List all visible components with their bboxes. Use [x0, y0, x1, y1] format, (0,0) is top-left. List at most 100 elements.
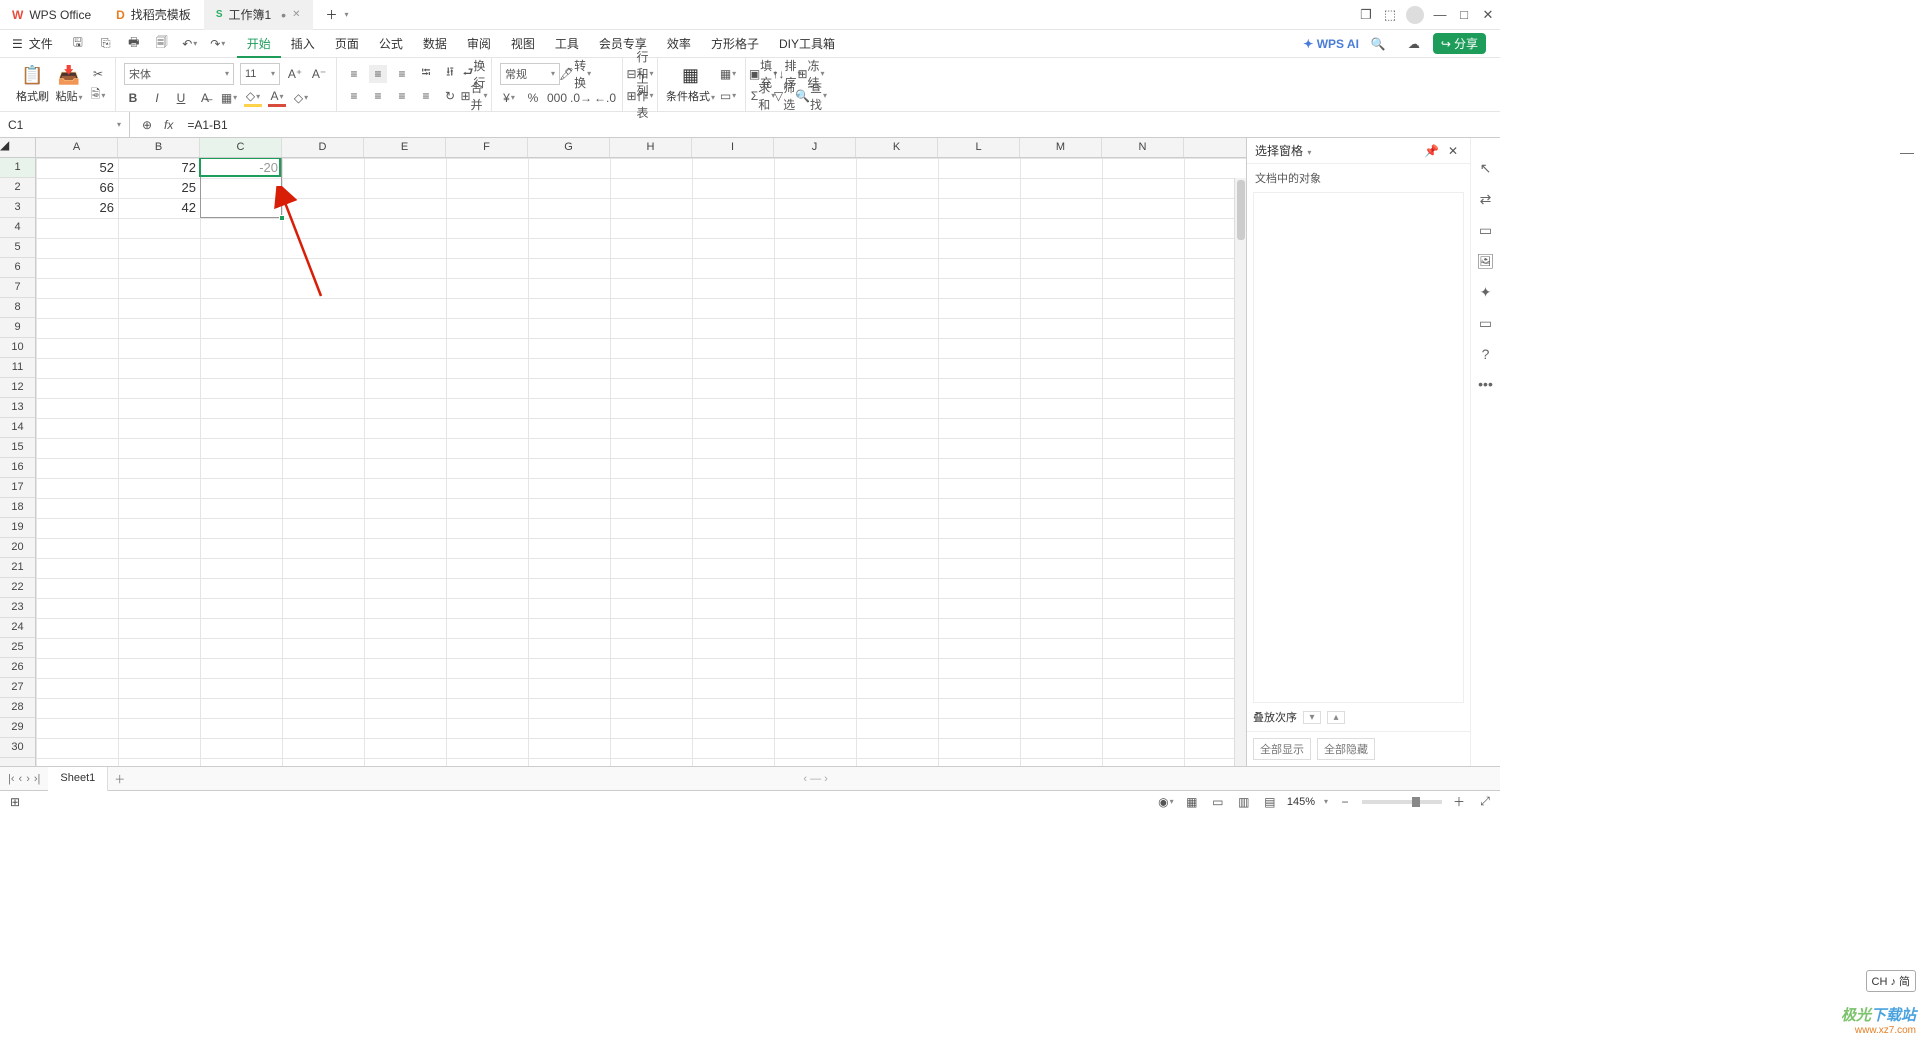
- horizontal-scrollbar[interactable]: ‹ — ›: [131, 773, 1500, 785]
- pin-icon[interactable]: 📌: [1423, 142, 1441, 160]
- select-all-corner[interactable]: ◢: [0, 138, 36, 157]
- row-head-22[interactable]: 22: [0, 578, 35, 598]
- cut-icon[interactable]: ✂: [89, 65, 107, 83]
- inc-decimal-icon[interactable]: .0→: [572, 89, 590, 107]
- add-sheet-button[interactable]: ＋: [108, 771, 131, 787]
- fx-label[interactable]: fx: [164, 118, 173, 132]
- page-icon[interactable]: ▭: [1479, 315, 1492, 332]
- row-head-26[interactable]: 26: [0, 658, 35, 678]
- sheet-first-icon[interactable]: |‹: [8, 773, 15, 785]
- save-icon[interactable]: 🖫: [69, 35, 87, 53]
- row-head-19[interactable]: 19: [0, 518, 35, 538]
- row-head-17[interactable]: 17: [0, 478, 35, 498]
- worksheet-button[interactable]: ⊞ 工作表▾: [631, 87, 649, 105]
- cell-B1[interactable]: 72: [118, 158, 200, 178]
- indent-dec-icon[interactable]: ⭾: [417, 65, 435, 83]
- strike-icon[interactable]: A̶: [196, 89, 214, 107]
- zoom-in-icon[interactable]: ＋: [1450, 793, 1468, 811]
- row-head-27[interactable]: 27: [0, 678, 35, 698]
- number-format-combo[interactable]: 常规▾: [500, 63, 560, 85]
- col-head-N[interactable]: N: [1102, 138, 1184, 157]
- align-bottom-icon[interactable]: ≡: [393, 65, 411, 83]
- search-icon[interactable]: 🔍: [1369, 35, 1387, 53]
- wps-ai-button[interactable]: ✦ WPS AI: [1303, 37, 1359, 51]
- cell-C1[interactable]: -20: [200, 158, 282, 178]
- cell-shape-icon[interactable]: ▭▾: [719, 87, 737, 105]
- menu-tab-7[interactable]: 工具: [545, 30, 589, 58]
- tab-workbook[interactable]: S 工作簿1 • ✕: [204, 0, 314, 30]
- row-head-25[interactable]: 25: [0, 638, 35, 658]
- row-head-15[interactable]: 15: [0, 438, 35, 458]
- row-head-2[interactable]: 2: [0, 178, 35, 198]
- toolbox-icon[interactable]: ✦: [1480, 284, 1492, 301]
- menu-tab-5[interactable]: 审阅: [457, 30, 501, 58]
- font-color-icon[interactable]: A▾: [268, 89, 286, 107]
- dec-decimal-icon[interactable]: ←.0: [596, 89, 614, 107]
- row-head-12[interactable]: 12: [0, 378, 35, 398]
- tab-new[interactable]: ＋ ▾: [313, 0, 361, 30]
- borders-icon[interactable]: ▦▾: [220, 89, 238, 107]
- bold-icon[interactable]: B: [124, 89, 142, 107]
- menu-tab-1[interactable]: 插入: [281, 30, 325, 58]
- col-head-A[interactable]: A: [36, 138, 118, 157]
- fill-color-icon[interactable]: ◇▾: [244, 89, 262, 107]
- grid-icon[interactable]: ▦: [1183, 793, 1201, 811]
- scrollbar-thumb[interactable]: [1237, 180, 1245, 240]
- col-head-B[interactable]: B: [118, 138, 200, 157]
- sheet-tab[interactable]: Sheet1: [48, 767, 108, 791]
- chevron-down-icon[interactable]: ▾: [344, 10, 348, 19]
- row-head-1[interactable]: 1: [0, 158, 35, 178]
- minimize-icon[interactable]: —: [1428, 7, 1452, 22]
- copy-icon[interactable]: 🗟▾: [89, 87, 107, 105]
- ime-indicator[interactable]: CH ♪ 简: [1866, 970, 1917, 992]
- menu-tab-2[interactable]: 页面: [325, 30, 369, 58]
- window-layout-icon[interactable]: ❐: [1354, 7, 1378, 23]
- print-icon[interactable]: 🖶: [125, 35, 143, 53]
- col-head-J[interactable]: J: [774, 138, 856, 157]
- row-head-18[interactable]: 18: [0, 498, 35, 518]
- col-head-F[interactable]: F: [446, 138, 528, 157]
- merge-button[interactable]: ⊞ 合并▾: [465, 87, 483, 105]
- avatar-icon[interactable]: [1406, 6, 1424, 24]
- row-head-8[interactable]: 8: [0, 298, 35, 318]
- col-head-D[interactable]: D: [282, 138, 364, 157]
- format-painter-button[interactable]: 📋 格式刷: [16, 60, 49, 110]
- row-head-6[interactable]: 6: [0, 258, 35, 278]
- menu-tab-4[interactable]: 数据: [413, 30, 457, 58]
- row-head-3[interactable]: 3: [0, 198, 35, 218]
- menu-tab-3[interactable]: 公式: [369, 30, 413, 58]
- row-head-21[interactable]: 21: [0, 558, 35, 578]
- percent-icon[interactable]: %: [524, 89, 542, 107]
- file-menu[interactable]: ☰ 文件: [6, 35, 59, 52]
- tab-wps-home[interactable]: W WPS Office: [0, 0, 104, 30]
- row-head-11[interactable]: 11: [0, 358, 35, 378]
- row-head-9[interactable]: 9: [0, 318, 35, 338]
- row-head-30[interactable]: 30: [0, 738, 35, 758]
- row-head-23[interactable]: 23: [0, 598, 35, 618]
- align-center-icon[interactable]: ≡: [369, 87, 387, 105]
- row-head-7[interactable]: 7: [0, 278, 35, 298]
- col-head-G[interactable]: G: [528, 138, 610, 157]
- status-left-icon[interactable]: ⊞: [6, 793, 24, 811]
- row-head-10[interactable]: 10: [0, 338, 35, 358]
- undo-icon[interactable]: ↶▾: [181, 35, 199, 53]
- formula-input[interactable]: =A1-B1: [181, 118, 1500, 132]
- zoom-out-icon[interactable]: −: [1336, 793, 1354, 811]
- cell-A2[interactable]: 66: [36, 178, 118, 198]
- menu-tab-10[interactable]: 方形格子: [701, 30, 769, 58]
- row-head-5[interactable]: 5: [0, 238, 35, 258]
- maximize-icon[interactable]: □: [1452, 7, 1476, 22]
- print-preview-icon[interactable]: 🗐: [153, 35, 171, 53]
- cell-area[interactable]: 526626722542-20: [36, 158, 1246, 766]
- sheet-next-icon[interactable]: ›: [26, 773, 30, 785]
- row-head-16[interactable]: 16: [0, 458, 35, 478]
- sheet-prev-icon[interactable]: ‹: [19, 773, 23, 785]
- align-top-icon[interactable]: ≡: [345, 65, 363, 83]
- share-button[interactable]: ↪ 分享: [1433, 33, 1486, 54]
- col-head-H[interactable]: H: [610, 138, 692, 157]
- cell-A1[interactable]: 52: [36, 158, 118, 178]
- zoom-value[interactable]: 145%: [1287, 796, 1315, 808]
- paste-button[interactable]: 📥 粘贴▾: [53, 60, 85, 110]
- col-head-I[interactable]: I: [692, 138, 774, 157]
- stack-down-icon[interactable]: ▾: [1303, 711, 1321, 724]
